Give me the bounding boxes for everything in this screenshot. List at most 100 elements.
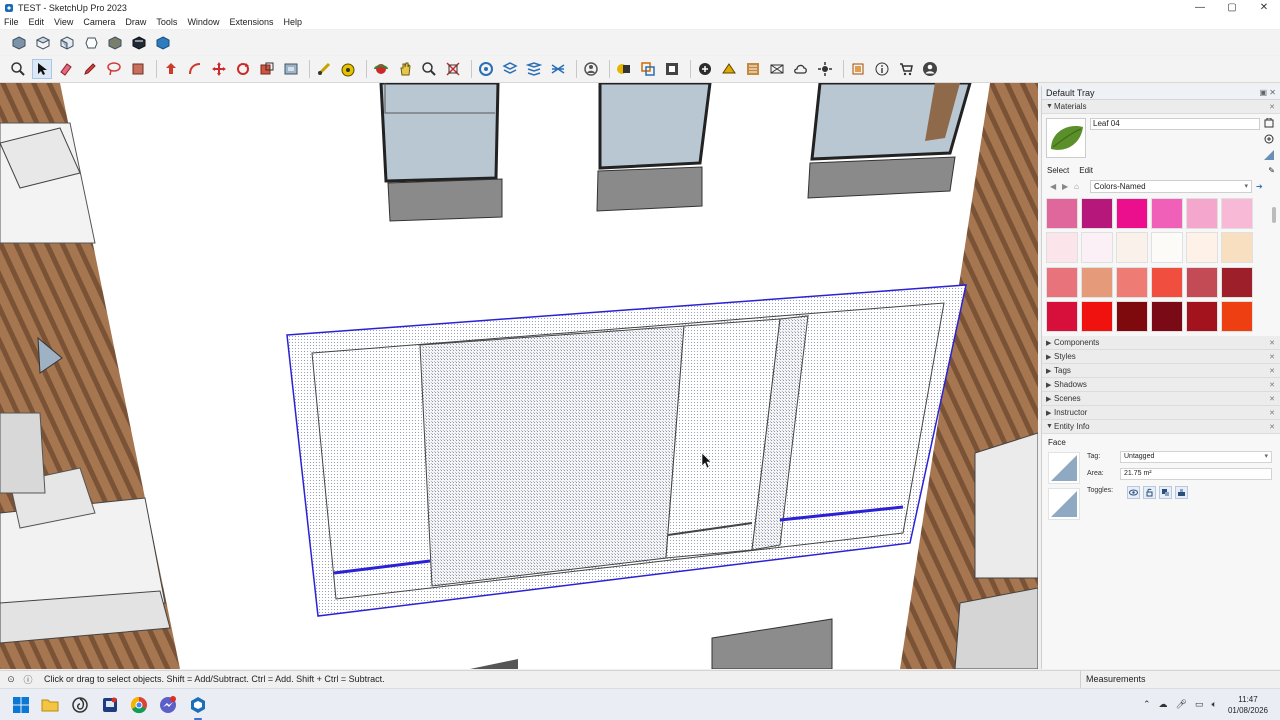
geo-location-icon[interactable]: ⊙ [5,673,17,685]
close-button[interactable]: ✕ [1248,0,1280,15]
taskbar-clock[interactable]: 11:47 01/08/2026 [1222,694,1274,716]
taskbar-chrome[interactable] [129,695,149,715]
visibility-eye-icon[interactable] [1127,486,1140,499]
material-swatch-item[interactable] [1046,198,1078,229]
solid-tools-icon[interactable] [743,59,763,79]
menu-view[interactable]: View [54,17,73,27]
iso-view-icon[interactable] [9,33,29,53]
eyedropper-icon[interactable]: ✎ [1268,166,1275,178]
material-swatch-item[interactable] [1151,198,1183,229]
select-icon[interactable] [32,59,52,79]
menu-camera[interactable]: Camera [83,17,115,27]
material-swatch-item[interactable] [1151,300,1183,332]
styles-icon[interactable] [548,59,568,79]
material-swatch-item[interactable] [1081,198,1113,229]
section-plane-icon[interactable] [476,59,496,79]
menu-extensions[interactable]: Extensions [229,17,273,27]
menu-window[interactable]: Window [187,17,219,27]
follow-me-icon[interactable] [185,59,205,79]
zoom-window-icon[interactable] [419,59,439,79]
panel-close-icon[interactable]: ✕ [1269,409,1275,417]
face-back-thumbnail[interactable] [1048,488,1080,520]
material-swatch-item[interactable] [1221,266,1253,298]
material-swatch-item[interactable] [1116,266,1148,298]
drawing-viewport[interactable] [0,83,1038,669]
menu-draw[interactable]: Draw [125,17,146,27]
material-swatch-item[interactable] [1186,300,1218,332]
microphone-icon[interactable]: 🎤︎ [1176,699,1187,710]
measurements-box[interactable]: Measurements [1080,671,1280,688]
cast-shadow-icon[interactable] [1159,486,1172,499]
pencil-icon[interactable] [80,59,100,79]
sample-paint-icon[interactable] [1264,117,1274,128]
panel-close-icon[interactable]: ✕ [1269,381,1275,389]
pan-icon[interactable] [395,59,415,79]
default-material-icon[interactable] [1264,150,1274,160]
eraser-icon[interactable] [56,59,76,79]
right-view-icon[interactable] [81,33,101,53]
panel-close-icon[interactable]: ✕ [1269,423,1275,431]
outliner-icon[interactable] [815,59,835,79]
tray-pin-icon[interactable]: ▣ ✕ [1260,88,1276,97]
cart-icon[interactable] [872,59,892,79]
rotate-icon[interactable] [233,59,253,79]
settings-icon[interactable] [791,59,811,79]
material-swatch-item[interactable] [1186,232,1218,264]
minimize-button[interactable]: — [1184,0,1216,15]
menu-help[interactable]: Help [283,17,302,27]
material-swatch-item[interactable] [1081,232,1113,264]
user-icon[interactable] [581,59,601,79]
sandbox-icon[interactable] [719,59,739,79]
material-swatch-item[interactable] [1116,198,1148,229]
material-swatch-item[interactable] [1186,266,1218,298]
zoom-extents-icon[interactable] [443,59,463,79]
lasso-icon[interactable] [104,59,124,79]
material-library-select[interactable]: Colors-Named ▾ [1090,179,1252,193]
material-name-field[interactable]: Leaf 04 [1090,118,1260,130]
create-material-icon[interactable] [1264,134,1274,144]
panel-header-shadows[interactable]: ▶ Shadows ✕ [1042,378,1280,392]
taskbar-sketchup[interactable] [188,695,208,720]
panel-header-scenes[interactable]: ▶ Scenes ✕ [1042,392,1280,406]
tab-select[interactable]: Select [1047,166,1069,178]
volume-icon[interactable]: 🔈︎ [1212,699,1217,710]
panel-close-icon[interactable]: ✕ [1269,353,1275,361]
forward-arrow-icon[interactable]: ▶ [1062,182,1074,191]
back-view-icon[interactable] [105,33,125,53]
model-scene[interactable] [0,83,1038,669]
material-swatch-item[interactable] [1046,300,1078,332]
panel-header-instructor[interactable]: ▶ Instructor ✕ [1042,406,1280,420]
material-swatch-item[interactable] [1116,232,1148,264]
material-swatch-item[interactable] [1151,266,1183,298]
top-view-icon[interactable] [33,33,53,53]
components-icon[interactable] [614,59,634,79]
lock-icon[interactable] [1143,486,1156,499]
receive-shadow-icon[interactable] [1175,486,1188,499]
menu-edit[interactable]: Edit [29,17,45,27]
material-swatch-item[interactable] [1046,266,1078,298]
chevron-up-icon[interactable]: ⌃ [1143,699,1151,710]
front-view-icon[interactable] [57,33,77,53]
cloud-icon[interactable] [767,59,787,79]
account-icon[interactable] [920,59,940,79]
material-swatch-item[interactable] [1221,300,1253,332]
scale-icon[interactable] [257,59,277,79]
panel-close-icon[interactable]: ✕ [1269,395,1275,403]
info-icon[interactable]: ⓘ [22,673,34,685]
panel-close-icon[interactable]: ✕ [1269,367,1275,375]
tags-icon[interactable] [524,59,544,79]
panel-close-icon[interactable]: ✕ [1269,339,1275,347]
panel-header-styles[interactable]: ▶ Styles ✕ [1042,350,1280,364]
menu-tools[interactable]: Tools [156,17,177,27]
material-swatch-item[interactable] [1221,198,1253,229]
left-view-icon[interactable] [129,33,149,53]
onedrive-icon[interactable]: ☁ [1159,699,1168,710]
material-swatch-item[interactable] [1081,300,1113,332]
details-arrow-icon[interactable]: ➔ [1256,182,1268,191]
tab-edit[interactable]: Edit [1079,166,1093,178]
materials-panel-header[interactable]: ▼ Materials ✕ [1042,100,1280,114]
start-button[interactable] [11,695,31,715]
material-swatch-item[interactable] [1046,232,1078,264]
layers-icon[interactable] [500,59,520,79]
3d-warehouse-icon[interactable] [662,59,682,79]
